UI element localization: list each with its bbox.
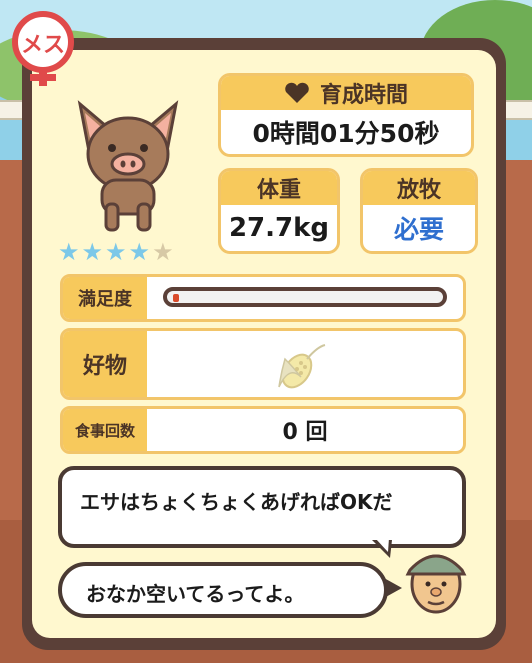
growth-time-header: 育成時間 [221, 76, 471, 110]
bubble-tail [384, 578, 402, 598]
bubble-tail [375, 538, 389, 552]
status-speech-bubble: おなか空いてるってよ。 [58, 562, 388, 618]
weight-value: 27.7kg [228, 213, 330, 243]
meal-count-value: 0 回 [282, 420, 328, 445]
pasture-label: 放牧 [363, 171, 475, 205]
favorite-food-row: 好物 [60, 328, 466, 400]
advice-text: エサはちょくちょくあげればOKだ [80, 490, 393, 514]
gender-label: メス [21, 33, 65, 58]
favorite-food-label: 好物 [63, 331, 147, 397]
meal-count-row: 食事回数 0 回 [60, 406, 466, 454]
weight-box: 体重 27.7kg [218, 168, 340, 254]
satisfaction-gauge [163, 287, 447, 307]
pasture-value: 必要 [393, 215, 444, 244]
weight-label: 体重 [221, 171, 337, 205]
advice-speech-bubble: エサはちょくちょくあげればOKだ [58, 466, 466, 548]
satisfaction-label: 満足度 [63, 277, 147, 319]
pig-illustration [77, 100, 179, 232]
heart-icon [285, 82, 309, 103]
meal-count-label: 食事回数 [63, 409, 147, 451]
farmer-avatar [405, 554, 467, 614]
corn-icon [278, 344, 326, 389]
growth-time-value: 0時間01分50秒 [252, 119, 440, 148]
growth-time-label: 育成時間 [319, 83, 408, 108]
satisfaction-row: 満足度 [60, 274, 466, 322]
growth-time-box: 育成時間 0時間01分50秒 [218, 73, 474, 157]
status-text: おなか空いてるってよ。 [86, 582, 305, 606]
star-icon: ★ [81, 238, 104, 266]
star-icon: ★ [128, 238, 151, 266]
star-icon: ★ [152, 238, 174, 266]
satisfaction-gauge-fill [173, 294, 179, 302]
pasture-box[interactable]: 放牧 必要 [360, 168, 478, 254]
female-gender-icon: メス [12, 11, 74, 86]
star-icon: ★ [105, 238, 127, 266]
pig-rating: ★ ★ ★ ★ ★ [58, 238, 208, 266]
star-icon: ★ [58, 238, 80, 266]
